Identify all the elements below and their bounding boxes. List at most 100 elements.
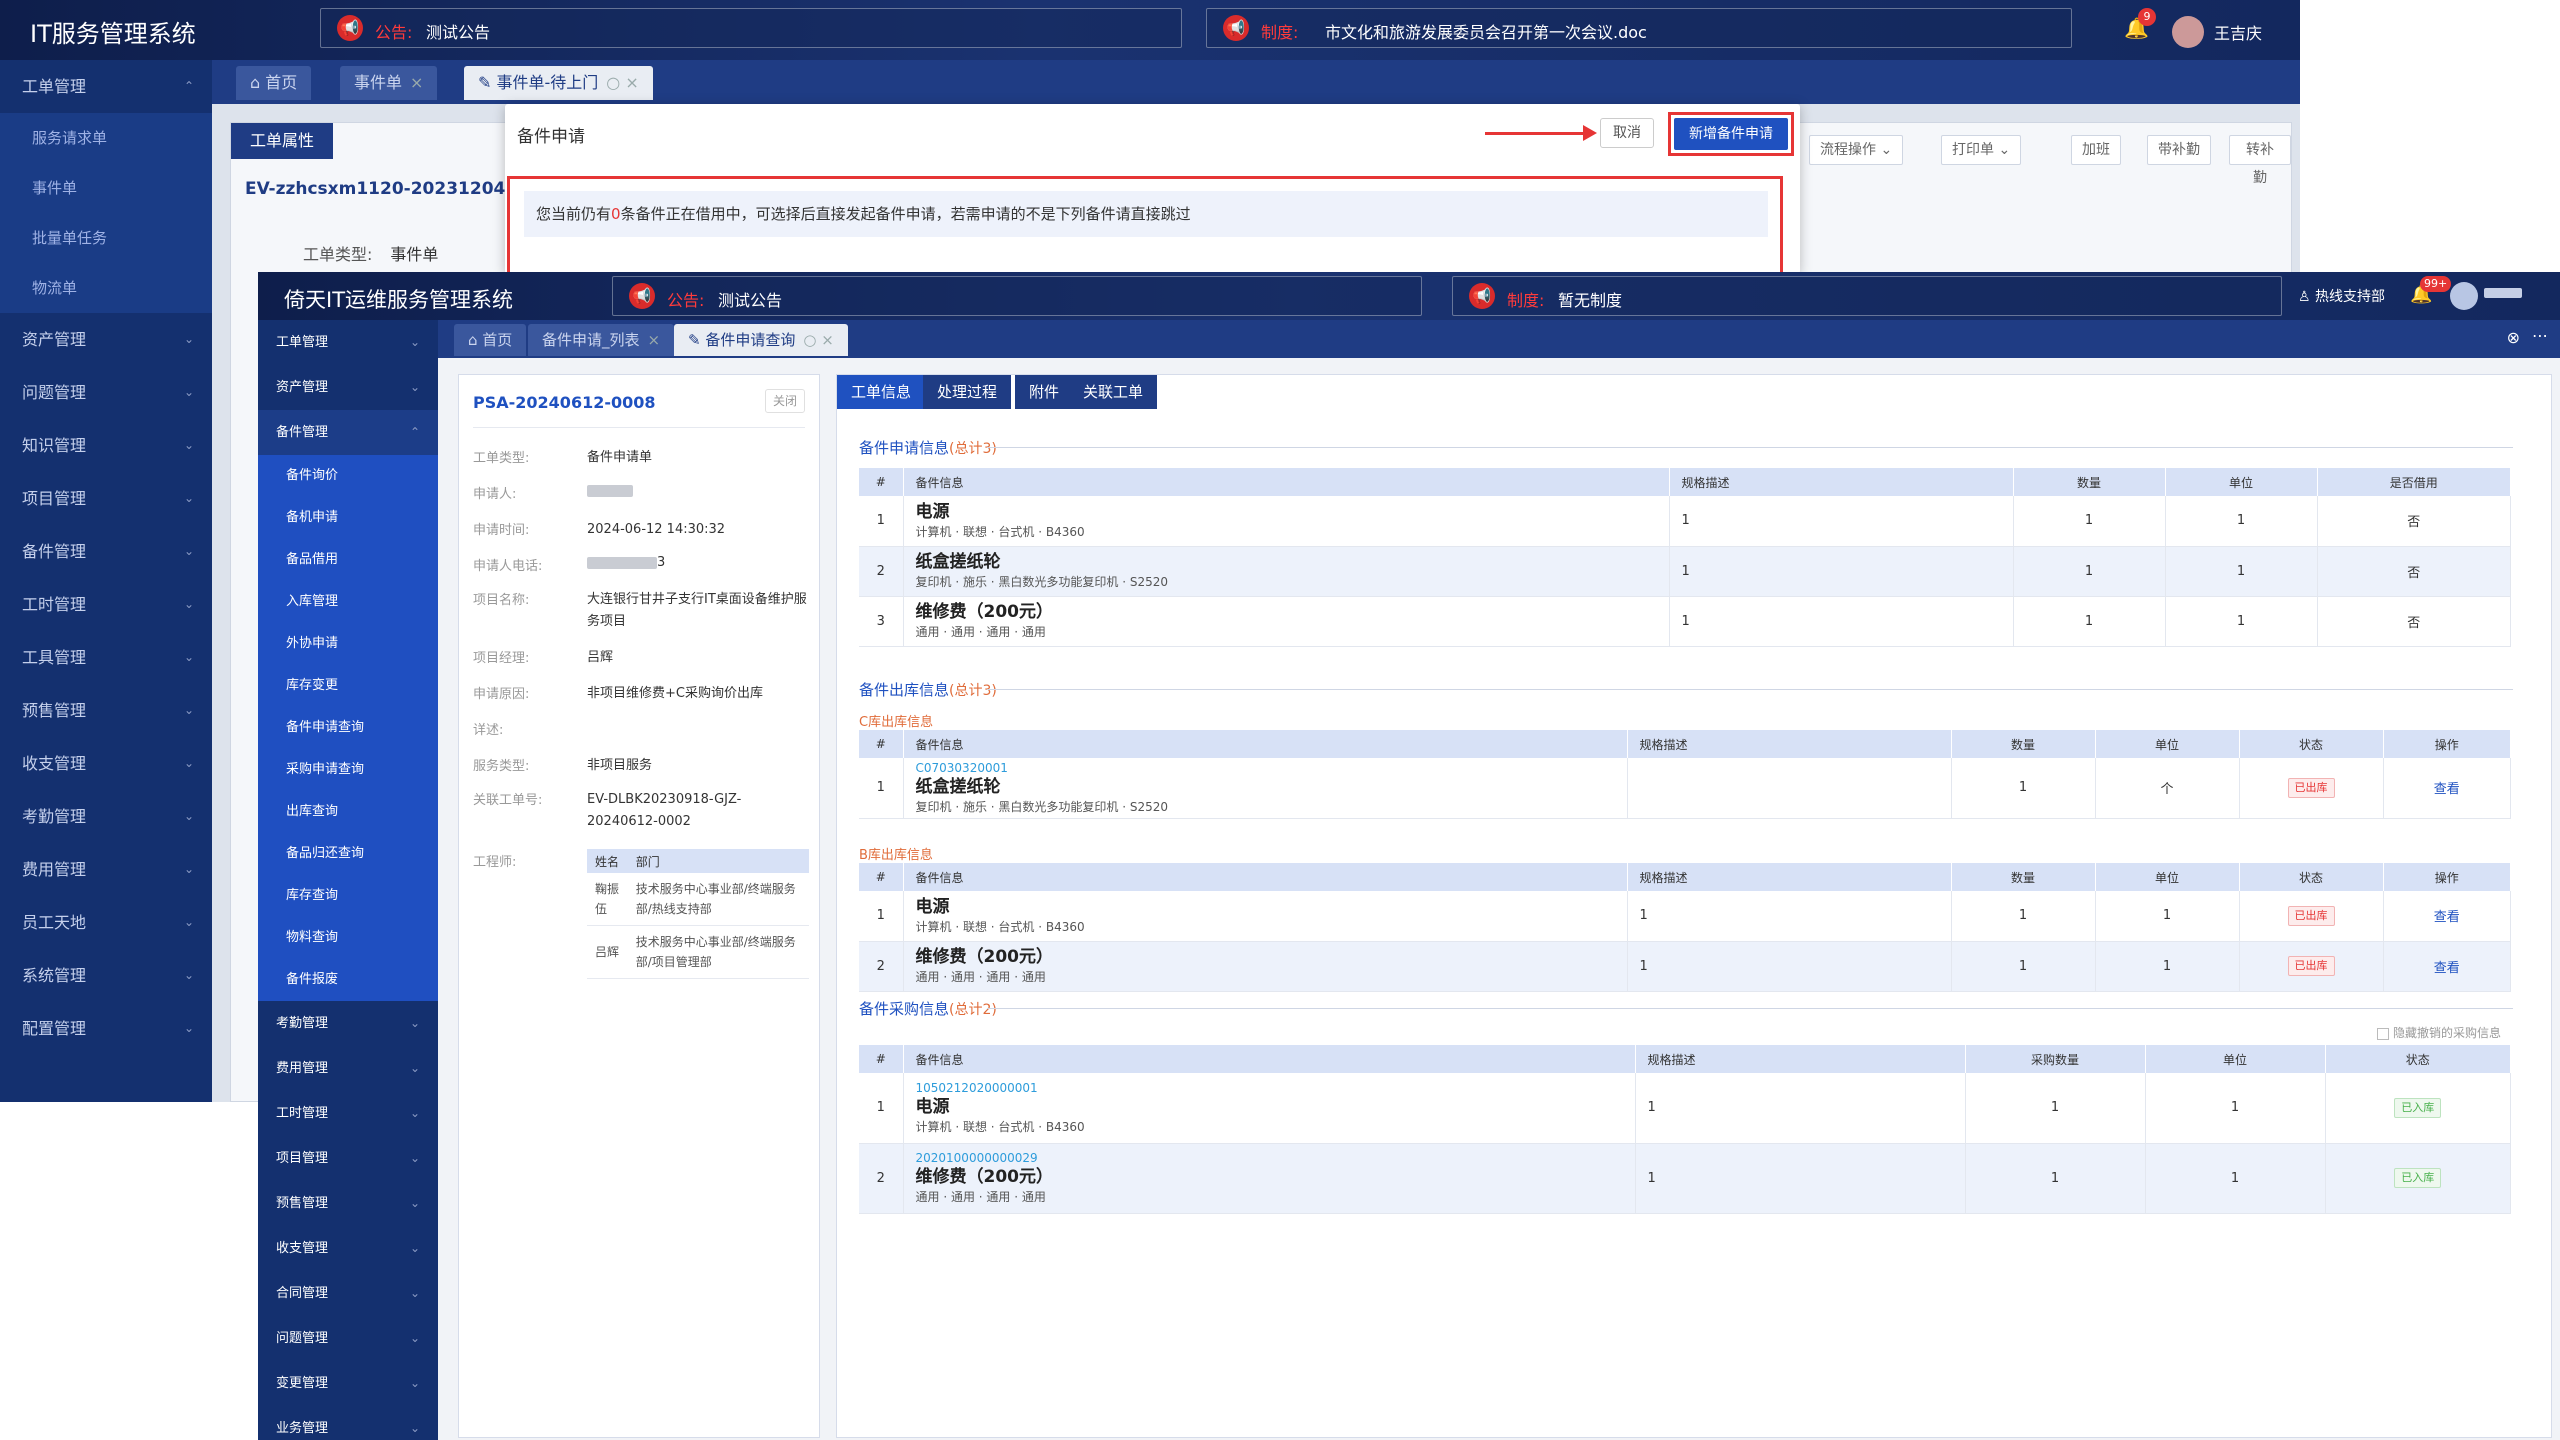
- table-row: 吕辉 技术服务中心事业部/终端服务部/项目管理部: [587, 925, 809, 979]
- sidebar-item-spare[interactable]: 备件管理 ⌃: [258, 410, 438, 455]
- sidebar-item[interactable]: 问题管理 ⌄: [0, 366, 212, 419]
- flow-operate-button[interactable]: 流程操作 ⌄: [1809, 135, 1904, 165]
- spare-code-link[interactable]: C07030320001: [916, 760, 1627, 776]
- spare-code-link[interactable]: 1050212020000001: [916, 1080, 1635, 1096]
- sidebar-item[interactable]: 考勤管理 ⌄: [258, 1001, 438, 1046]
- more-icon[interactable]: ⋯: [2532, 326, 2548, 345]
- sidebar-item[interactable]: 工时管理 ⌄: [0, 578, 212, 631]
- sidebar-subitem[interactable]: 备件申请查询: [258, 707, 438, 749]
- sidebar-item[interactable]: 员工天地 ⌄: [0, 896, 212, 949]
- sidebar-item-label: 变更管理: [276, 1376, 329, 1391]
- sidebar-item[interactable]: 收支管理 ⌄: [0, 737, 212, 790]
- tab-attachments[interactable]: 附件: [1015, 375, 1074, 409]
- sidebar-item[interactable]: 费用管理 ⌄: [258, 1046, 438, 1091]
- print-button[interactable]: 打印单 ⌄: [1941, 135, 2022, 165]
- sidebar-item[interactable]: 预售管理 ⌄: [0, 684, 212, 737]
- close-icon[interactable]: ×: [410, 73, 423, 92]
- policy-bar[interactable]: 📢 制度: 市文化和旅游发展委员会召开第一次会议.doc: [1206, 8, 2072, 48]
- sidebar-item[interactable]: 工时管理 ⌄: [258, 1091, 438, 1136]
- tab-process[interactable]: 处理过程: [923, 375, 1012, 409]
- user-name[interactable]: 王吉庆: [2214, 20, 2262, 44]
- close-icon[interactable]: ○ ×: [606, 73, 638, 92]
- sidebar-subitem[interactable]: 备品借用: [258, 539, 438, 581]
- user-name-redacted[interactable]: [2484, 288, 2522, 298]
- notice-bar[interactable]: 📢 公告: 测试公告: [320, 8, 1182, 48]
- sidebar-subitem[interactable]: 备件报废: [258, 959, 438, 1001]
- hotline-link[interactable]: ♙ 热线支持部: [2298, 286, 2385, 306]
- sidebar-item[interactable]: 配置管理 ⌄: [0, 1002, 212, 1055]
- sidebar-item[interactable]: 业务管理 ⌄: [258, 1406, 438, 1440]
- sidebar-item[interactable]: 资产管理 ⌄: [258, 365, 438, 410]
- view-link[interactable]: 查看: [2434, 910, 2460, 925]
- redacted-value: [587, 484, 633, 497]
- sidebar-item[interactable]: 合同管理 ⌄: [258, 1271, 438, 1316]
- sidebar-item[interactable]: 问题管理 ⌄: [258, 1316, 438, 1361]
- sidebar-subitem[interactable]: 库存查询: [258, 875, 438, 917]
- tab-related-orders[interactable]: 关联工单: [1069, 375, 1158, 409]
- sidebar-item[interactable]: 预售管理 ⌄: [258, 1181, 438, 1226]
- sidebar-subitem[interactable]: 事件单: [0, 163, 212, 213]
- checkbox-icon[interactable]: [2377, 1027, 2389, 1040]
- sidebar-subitem[interactable]: 备机申请: [258, 497, 438, 539]
- spare-spec: 计算机 · 联想 · 台式机 · B4360: [915, 524, 1085, 539]
- policy-bar[interactable]: 📢 制度: 暂无制度: [1452, 276, 2282, 316]
- sidebar-item[interactable]: 考勤管理 ⌄: [0, 790, 212, 843]
- sidebar-subitem[interactable]: 入库管理: [258, 581, 438, 623]
- sidebar-subitem[interactable]: 库存变更: [258, 665, 438, 707]
- close-icon[interactable]: ×: [648, 331, 661, 349]
- sidebar-item[interactable]: 工单管理 ⌄: [258, 320, 438, 365]
- notice-bar[interactable]: 📢 公告: 测试公告: [612, 276, 1422, 316]
- tab-spare-query[interactable]: ✎ 备件申请查询 ○ ×: [674, 324, 848, 356]
- spare-code-link[interactable]: 2020100000000029: [916, 1150, 1635, 1166]
- tab-home[interactable]: ⌂ 首页: [454, 324, 527, 356]
- tab-home[interactable]: ⌂ 首页: [236, 66, 312, 100]
- sidebar-subitem[interactable]: 物流单: [0, 263, 212, 313]
- sidebar-subitem[interactable]: 备件询价: [258, 455, 438, 497]
- chevron-down-icon: ⌄: [409, 1016, 420, 1030]
- view-link[interactable]: 查看: [2434, 961, 2460, 976]
- cancel-button[interactable]: 取消: [1600, 118, 1654, 148]
- column-header: #: [859, 1045, 904, 1073]
- sidebar-subitem[interactable]: 采购申请查询: [258, 749, 438, 791]
- hide-cancelled-checkbox[interactable]: 隐藏撤销的采购信息: [2377, 1024, 2501, 1041]
- transfer-button[interactable]: 转补勤: [2229, 135, 2291, 186]
- sidebar-subitem[interactable]: 备品归还查询: [258, 833, 438, 875]
- close-button[interactable]: 关闭: [765, 389, 805, 413]
- tab-event-pending[interactable]: ✎ 事件单-待上门 ○ ×: [464, 66, 653, 100]
- sidebar-subitem[interactable]: 物料查询: [258, 917, 438, 959]
- makeup-button[interactable]: 带补勤: [2147, 135, 2211, 165]
- sidebar-subitem[interactable]: 批量单任务: [0, 213, 212, 263]
- sidebar-item[interactable]: 工具管理 ⌄: [0, 631, 212, 684]
- sidebar-item[interactable]: 系统管理 ⌄: [0, 949, 212, 1002]
- avatar[interactable]: [2450, 282, 2478, 310]
- new-spare-request-button[interactable]: 新增备件申请: [1674, 118, 1788, 150]
- bell-badge: 9: [2138, 8, 2156, 26]
- sidebar-subitem[interactable]: 外协申请: [258, 623, 438, 665]
- view-link[interactable]: 查看: [2434, 782, 2460, 797]
- tab-attributes[interactable]: 工单属性: [231, 123, 333, 159]
- tab-event[interactable]: 事件单 ×: [340, 66, 438, 100]
- tab-spare-list[interactable]: 备件申请_列表 ×: [528, 324, 675, 356]
- sidebar-item[interactable]: 备件管理 ⌄: [0, 525, 212, 578]
- sidebar-subitem[interactable]: 服务请求单: [0, 113, 212, 163]
- tab-order-info[interactable]: 工单信息: [837, 375, 926, 409]
- sidebar-item[interactable]: 知识管理 ⌄: [0, 419, 212, 472]
- user-icon: ♙: [2298, 289, 2316, 305]
- event-number: EV-zzhcsxm1120-20231204-0: [245, 179, 525, 199]
- overtime-button[interactable]: 加班: [2071, 135, 2121, 165]
- sidebar-item[interactable]: 变更管理 ⌄: [258, 1361, 438, 1406]
- settings-icon[interactable]: ⊗: [2507, 328, 2520, 347]
- sidebar-item[interactable]: 项目管理 ⌄: [0, 472, 212, 525]
- sidebar-item[interactable]: 项目管理 ⌄: [258, 1136, 438, 1181]
- field-value: 3: [657, 555, 666, 570]
- table-row: 1 电源 计算机 · 联想 · 台式机 · B4360 1 1 1 否: [859, 496, 2511, 547]
- sidebar-item-orders[interactable]: 工单管理 ⌃: [0, 60, 212, 113]
- field-label: 项目名称:: [473, 593, 530, 608]
- sidebar-subitem[interactable]: 出库查询: [258, 791, 438, 833]
- sidebar-item[interactable]: 收支管理 ⌄: [258, 1226, 438, 1271]
- close-icon[interactable]: ○ ×: [803, 331, 833, 349]
- spare-name: 维修费（200元）: [915, 1167, 1054, 1187]
- sidebar-item[interactable]: 资产管理 ⌄: [0, 313, 212, 366]
- sidebar-item[interactable]: 费用管理 ⌄: [0, 843, 212, 896]
- avatar[interactable]: [2172, 16, 2204, 48]
